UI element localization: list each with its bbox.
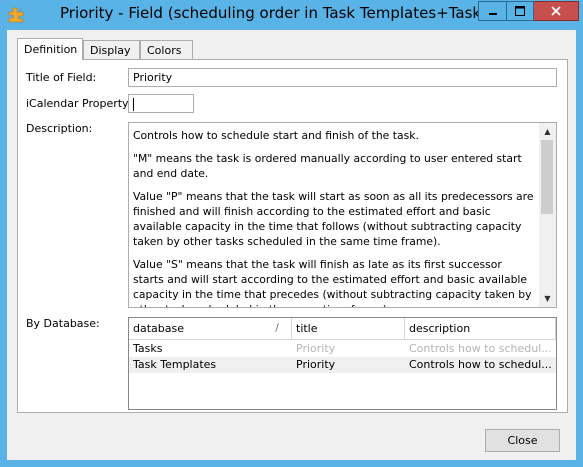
cell-title: Priority	[296, 342, 336, 355]
column-header-description[interactable]: description	[405, 318, 556, 340]
table-row[interactable]: Task Templates Priority Controls how to …	[129, 357, 556, 373]
description-paragraph: "M" means the task is ordered manually a…	[133, 152, 522, 180]
by-database-grid[interactable]: database / title description Tasks Prior…	[128, 317, 557, 410]
scroll-down-icon[interactable]: ▼	[539, 290, 556, 307]
grid-header: database / title description	[129, 318, 556, 340]
close-button[interactable]: Close	[485, 429, 560, 452]
description-label: Description:	[26, 122, 93, 135]
title-bar[interactable]: Priority - Field (scheduling order in Ta…	[0, 0, 583, 30]
window-title: Priority - Field (scheduling order in Ta…	[60, 4, 495, 22]
description-paragraph: Controls how to schedule start and finis…	[133, 129, 419, 142]
description-text: Controls how to schedule start and finis…	[133, 128, 535, 307]
close-window-button[interactable]	[534, 1, 579, 21]
cell-database: Tasks	[133, 342, 163, 355]
minimize-button[interactable]	[478, 1, 506, 21]
scrollbar-thumb[interactable]	[541, 140, 553, 214]
icalendar-property-label: iCalendar Property:	[26, 97, 132, 110]
description-scrollbar[interactable]: ▲ ▼	[539, 123, 556, 307]
cell-database: Task Templates	[133, 358, 217, 371]
definition-panel: Title of Field: Priority iCalendar Prope…	[17, 59, 568, 413]
tab-display[interactable]: Display	[83, 40, 140, 59]
description-paragraph: Value "S" means that the task will finis…	[133, 258, 532, 307]
text-caret	[133, 97, 134, 111]
column-header-database[interactable]: database /	[129, 318, 292, 340]
by-database-label: By Database:	[26, 317, 100, 330]
description-textarea[interactable]: Controls how to schedule start and finis…	[128, 122, 557, 308]
tab-definition[interactable]: Definition	[17, 38, 83, 60]
description-paragraph: Value "P" means that the task will start…	[133, 190, 534, 248]
table-row[interactable]: Tasks Priority Controls how to schedul..…	[129, 341, 556, 357]
puzzle-icon	[8, 7, 24, 23]
maximize-button[interactable]	[506, 1, 534, 21]
cell-description: Controls how to schedul...	[409, 342, 552, 355]
title-of-field-value: Priority	[133, 71, 173, 84]
close-icon	[551, 6, 561, 16]
dialog-client-area: Definition Display Colors Title of Field…	[7, 30, 576, 460]
title-of-field-input[interactable]: Priority	[128, 68, 557, 87]
maximize-icon	[515, 6, 525, 16]
field-dialog-window: Priority - Field (scheduling order in Ta…	[0, 0, 583, 467]
sort-indicator-icon: /	[275, 321, 279, 334]
cell-title: Priority	[296, 358, 336, 371]
scroll-up-icon[interactable]: ▲	[539, 123, 556, 140]
icalendar-property-input[interactable]	[128, 94, 194, 113]
cell-description: Controls how to schedul...	[409, 358, 552, 371]
minimize-icon	[488, 13, 497, 15]
column-header-title[interactable]: title	[292, 318, 405, 340]
tab-colors[interactable]: Colors	[140, 40, 193, 59]
title-of-field-label: Title of Field:	[26, 71, 97, 84]
